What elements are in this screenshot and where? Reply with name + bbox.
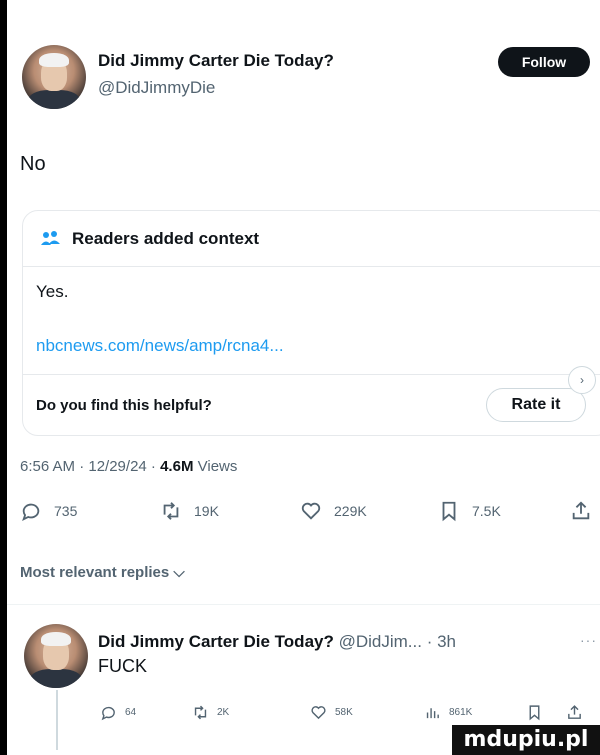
- bookmark-count: 7.5K: [472, 503, 501, 519]
- reply-header: Did Jimmy Carter Die Today? @DidJim... ·…: [98, 632, 456, 652]
- left-edge-bar: [0, 0, 7, 755]
- follow-button[interactable]: Follow: [498, 47, 590, 77]
- bookmark-icon: [442, 501, 456, 522]
- reply-action-bar: 64 2K 58K 861K: [0, 700, 600, 724]
- reply-like-button[interactable]: 58K: [310, 700, 353, 724]
- share-button[interactable]: [570, 496, 592, 526]
- reply-handle-time[interactable]: @DidJim... · 3h: [339, 632, 456, 651]
- tweet-action-bar: 735 19K 229K 7.5K: [0, 496, 600, 526]
- repost-button[interactable]: 19K: [160, 496, 219, 526]
- reply-icon: [22, 503, 40, 522]
- reply-count: 735: [54, 503, 78, 519]
- context-divider-bottom: [22, 374, 600, 375]
- context-body: Yes.: [36, 282, 69, 301]
- context-divider-top: [22, 266, 600, 267]
- bookmark-icon: [529, 704, 540, 720]
- reply-avatar[interactable]: [24, 624, 88, 688]
- reply-like-count: 58K: [335, 706, 353, 718]
- reply-text: FUCK: [98, 656, 147, 676]
- more-options-icon[interactable]: ···: [580, 632, 597, 648]
- reply-share-button[interactable]: [566, 700, 583, 724]
- repost-icon: [163, 502, 179, 520]
- chevron-right-icon[interactable]: ›: [568, 366, 596, 394]
- views-label: Views: [197, 458, 238, 475]
- tweet-timestamp[interactable]: 6:56 AM · 12/29/24 ·: [20, 458, 156, 475]
- reply-reply-button[interactable]: 64: [100, 700, 136, 724]
- reply-bookmark-button[interactable]: [526, 700, 543, 724]
- context-source-link[interactable]: nbcnews.com/news/amp/rcna4...: [36, 336, 284, 356]
- bookmark-button[interactable]: 7.5K: [438, 496, 501, 526]
- reply-views-button[interactable]: 861K: [424, 700, 472, 724]
- like-count: 229K: [334, 503, 367, 519]
- reply-repost-button[interactable]: 2K: [192, 700, 229, 724]
- reply-divider: [7, 604, 600, 605]
- author-handle[interactable]: @DidJimmyDie: [98, 78, 215, 98]
- repost-icon: [194, 705, 207, 719]
- rate-it-button[interactable]: Rate it: [486, 388, 586, 422]
- reply-button[interactable]: 735: [20, 496, 77, 526]
- share-icon: [572, 501, 590, 520]
- helpful-question: Do you find this helpful?: [36, 397, 212, 414]
- reply-icon: [101, 706, 115, 720]
- like-button[interactable]: 229K: [300, 496, 367, 526]
- reply-views-count: 861K: [449, 706, 473, 718]
- people-icon: [41, 231, 60, 245]
- author-avatar[interactable]: [22, 45, 86, 109]
- like-icon: [311, 705, 326, 719]
- reply-author-name[interactable]: Did Jimmy Carter Die Today?: [98, 632, 334, 651]
- like-icon: [301, 502, 321, 520]
- reply-repost-count: 2K: [217, 706, 230, 718]
- tweet-meta: 6:56 AM · 12/29/24 · 4.6M Views: [20, 458, 237, 475]
- views-count: 4.6M: [160, 458, 194, 475]
- avatar-hair: [39, 52, 69, 67]
- reply-sort-dropdown[interactable]: Most relevant replies ⌵: [20, 564, 185, 581]
- avatar-body: [30, 668, 82, 688]
- author-name[interactable]: Did Jimmy Carter Die Today?: [98, 51, 334, 71]
- watermark-logo: mdupiu.pl: [452, 725, 600, 755]
- reply-reply-count: 64: [125, 706, 137, 718]
- avatar-hair: [41, 631, 71, 646]
- avatar-body: [28, 89, 80, 109]
- share-icon: [568, 704, 581, 719]
- bar-chart-icon: [426, 707, 439, 718]
- context-title: Readers added context: [72, 229, 260, 248]
- repost-count: 19K: [194, 503, 219, 519]
- tweet-text: No: [20, 153, 46, 175]
